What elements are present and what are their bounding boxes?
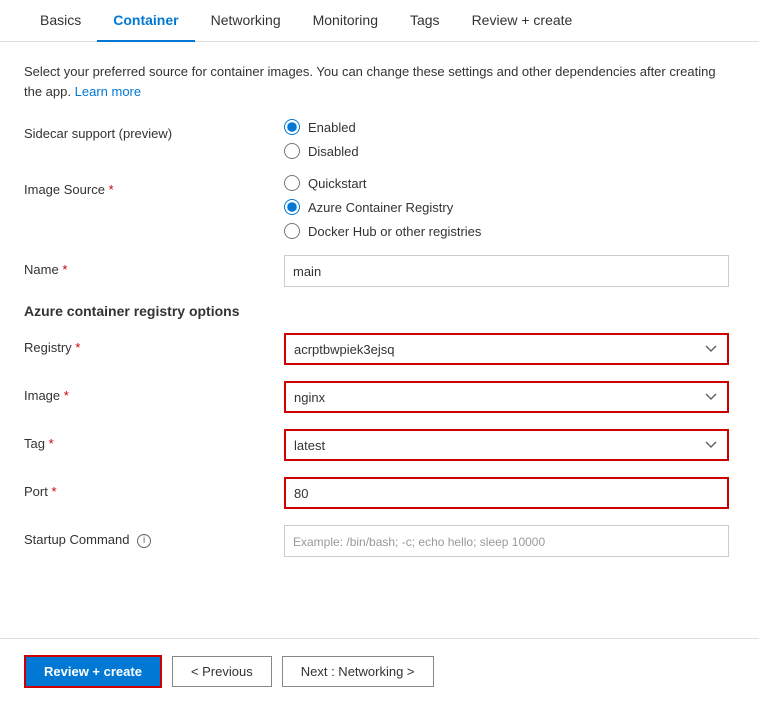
tab-container[interactable]: Container [97,0,194,42]
port-control-area [284,477,735,509]
review-create-button[interactable]: Review + create [24,655,162,688]
registry-control-area: acrptbwpiek3ejsq [284,333,735,365]
tag-control-area: latest [284,429,735,461]
tag-label: Tag * [24,429,284,453]
startup-command-row: Startup Command i [24,525,735,557]
port-label: Port * [24,477,284,501]
next-button[interactable]: Next : Networking > [282,656,434,687]
docker-label: Docker Hub or other registries [308,224,481,239]
acr-radio[interactable] [284,199,300,215]
port-input[interactable] [284,477,729,509]
startup-command-info-icon[interactable]: i [137,534,151,548]
sidecar-disabled-label: Disabled [308,144,359,159]
quickstart-label: Quickstart [308,176,367,191]
registry-required: * [75,340,80,355]
image-source-radio-group: Quickstart Azure Container Registry Dock… [284,175,735,239]
top-navigation: Basics Container Networking Monitoring T… [0,0,759,42]
sidecar-options: Enabled Disabled [284,119,735,159]
tab-networking[interactable]: Networking [195,0,297,42]
image-row: Image * nginx [24,381,735,413]
image-source-required: * [109,182,114,197]
sidecar-enabled-radio[interactable] [284,119,300,135]
startup-command-input[interactable] [284,525,729,557]
image-control-area: nginx [284,381,735,413]
learn-more-link[interactable]: Learn more [75,84,141,99]
startup-command-control-area [284,525,735,557]
image-required: * [64,388,69,403]
name-label: Name * [24,255,284,279]
registry-row: Registry * acrptbwpiek3ejsq [24,333,735,365]
sidecar-radio-group: Enabled Disabled [284,119,735,159]
tag-required: * [49,436,54,451]
image-source-docker-option[interactable]: Docker Hub or other registries [284,223,735,239]
sidecar-disabled-radio[interactable] [284,143,300,159]
name-row: Name * [24,255,735,287]
tab-basics[interactable]: Basics [24,0,97,42]
docker-radio[interactable] [284,223,300,239]
image-source-options: Quickstart Azure Container Registry Dock… [284,175,735,239]
image-source-quickstart-option[interactable]: Quickstart [284,175,735,191]
name-input[interactable] [284,255,729,287]
sidecar-enabled-label: Enabled [308,120,356,135]
acr-label: Azure Container Registry [308,200,453,215]
sidecar-support-row: Sidecar support (preview) Enabled Disabl… [24,119,735,159]
tab-review-create[interactable]: Review + create [456,0,589,42]
image-source-acr-option[interactable]: Azure Container Registry [284,199,735,215]
startup-command-label: Startup Command i [24,525,284,549]
page-description: Select your preferred source for contain… [24,62,735,101]
registry-dropdown[interactable]: acrptbwpiek3ejsq [284,333,729,365]
previous-button[interactable]: < Previous [172,656,272,687]
sidecar-disabled-option[interactable]: Disabled [284,143,735,159]
port-required: * [51,484,56,499]
registry-label: Registry * [24,333,284,357]
image-source-row: Image Source * Quickstart Azure Containe… [24,175,735,239]
tab-monitoring[interactable]: Monitoring [297,0,394,42]
port-row: Port * [24,477,735,509]
name-required: * [62,262,67,277]
tag-dropdown[interactable]: latest [284,429,729,461]
quickstart-radio[interactable] [284,175,300,191]
bottom-bar: Review + create < Previous Next : Networ… [0,638,759,704]
acr-section-heading: Azure container registry options [24,303,735,319]
main-content: Select your preferred source for contain… [0,42,759,593]
image-source-label: Image Source * [24,175,284,199]
tab-tags[interactable]: Tags [394,0,456,42]
image-dropdown[interactable]: nginx [284,381,729,413]
tag-row: Tag * latest [24,429,735,461]
name-control-area [284,255,735,287]
image-label: Image * [24,381,284,405]
sidecar-enabled-option[interactable]: Enabled [284,119,735,135]
sidecar-label: Sidecar support (preview) [24,119,284,143]
